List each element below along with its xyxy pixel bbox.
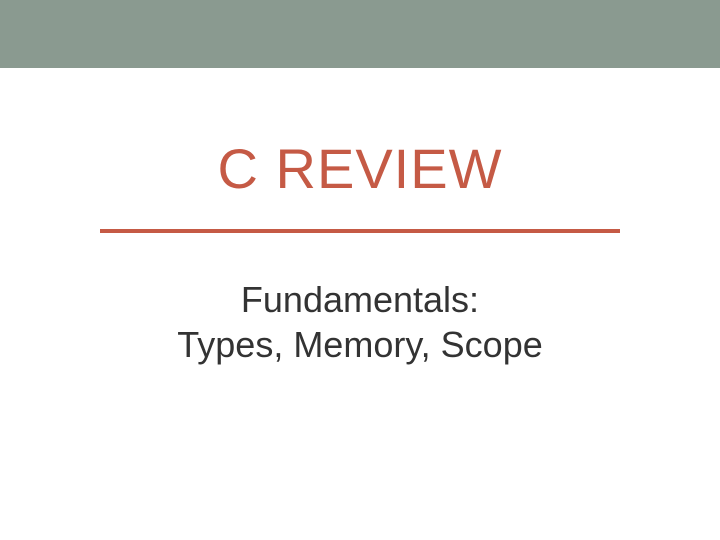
- subtitle-line-2: Types, Memory, Scope: [0, 322, 720, 367]
- slide-title: C REVIEW: [0, 136, 720, 201]
- title-underline: [100, 229, 620, 233]
- slide-subtitle: Fundamentals: Types, Memory, Scope: [0, 277, 720, 367]
- slide-content: C REVIEW Fundamentals: Types, Memory, Sc…: [0, 68, 720, 367]
- top-band: [0, 0, 720, 68]
- subtitle-line-1: Fundamentals:: [0, 277, 720, 322]
